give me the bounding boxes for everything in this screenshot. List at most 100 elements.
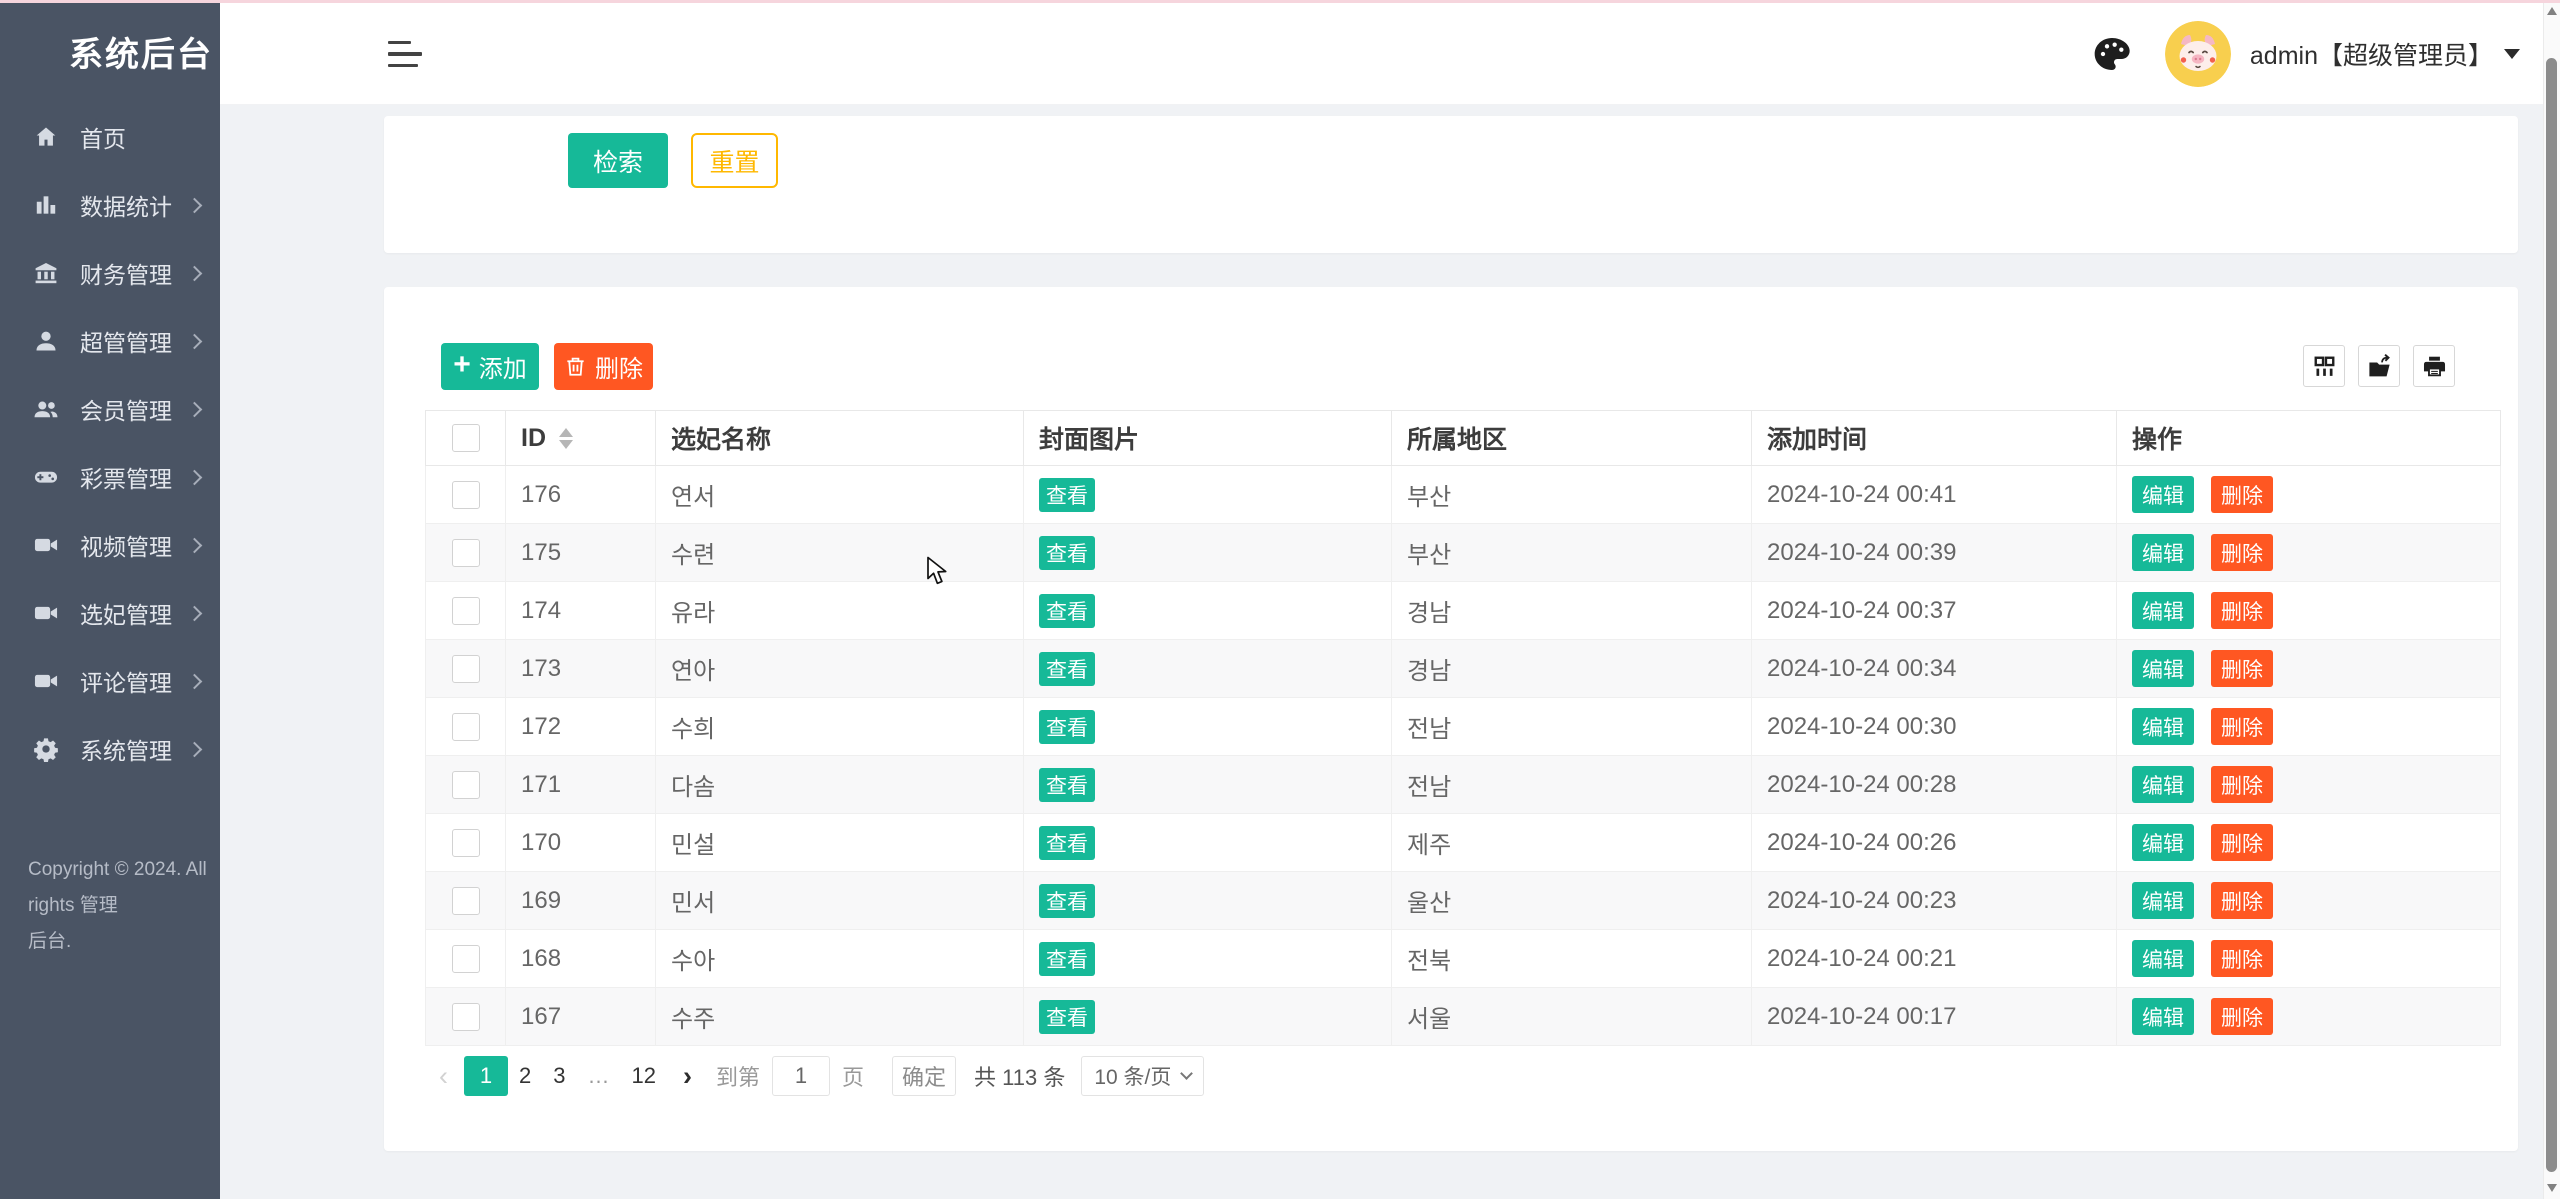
delete-button-label: 删除 bbox=[595, 349, 643, 384]
view-button[interactable]: 查看 bbox=[1039, 768, 1095, 802]
theme-palette-icon[interactable] bbox=[2092, 34, 2132, 74]
print-button[interactable] bbox=[2413, 345, 2455, 387]
view-button[interactable]: 查看 bbox=[1039, 536, 1095, 570]
row-checkbox[interactable] bbox=[452, 481, 480, 509]
goto-confirm-button[interactable]: 确定 bbox=[892, 1056, 956, 1096]
edit-button[interactable]: 编辑 bbox=[2132, 476, 2194, 513]
cell-region: 서울 bbox=[1392, 988, 1752, 1046]
cell-time: 2024-10-24 00:21 bbox=[1752, 930, 2117, 988]
edit-button[interactable]: 编辑 bbox=[2132, 766, 2194, 803]
edit-button[interactable]: 编辑 bbox=[2132, 824, 2194, 861]
data-table: ID 选妃名称 封面图片 所属地区 添加时间 操作 176연서查看부산2024-… bbox=[425, 410, 2501, 1046]
video-icon bbox=[33, 668, 59, 694]
row-checkbox[interactable] bbox=[452, 597, 480, 625]
goto-page-input[interactable] bbox=[772, 1056, 830, 1096]
cell-time: 2024-10-24 00:17 bbox=[1752, 988, 2117, 1046]
chevron-right-icon bbox=[187, 673, 203, 689]
row-checkbox[interactable] bbox=[452, 713, 480, 741]
select-all-checkbox[interactable] bbox=[452, 424, 480, 452]
cell-name: 수아 bbox=[656, 930, 1024, 988]
scrollbar-thumb[interactable] bbox=[2546, 58, 2557, 1172]
add-button[interactable]: + 添加 bbox=[441, 343, 539, 390]
delete-button[interactable]: 删除 bbox=[2211, 476, 2273, 513]
row-checkbox[interactable] bbox=[452, 1003, 480, 1031]
cell-name: 수주 bbox=[656, 988, 1024, 1046]
delete-button[interactable]: 删除 bbox=[2211, 998, 2273, 1035]
sidebar-fold-icon[interactable] bbox=[388, 33, 426, 75]
batch-delete-button[interactable]: 删除 bbox=[554, 343, 653, 390]
view-button[interactable]: 查看 bbox=[1039, 1000, 1095, 1034]
page-size-select[interactable]: 10 条/页 bbox=[1081, 1056, 1204, 1096]
view-button[interactable]: 查看 bbox=[1039, 826, 1095, 860]
filter-columns-button[interactable] bbox=[2303, 345, 2345, 387]
delete-button[interactable]: 删除 bbox=[2211, 766, 2273, 803]
sort-icon[interactable] bbox=[559, 428, 573, 449]
page-button-2[interactable]: 2 bbox=[508, 1056, 542, 1096]
delete-button[interactable]: 删除 bbox=[2211, 534, 2273, 571]
sidebar-item-finance[interactable]: 财务管理 bbox=[0, 239, 220, 307]
edit-button[interactable]: 编辑 bbox=[2132, 940, 2194, 977]
goto-suffix-label: 页 bbox=[842, 1060, 864, 1092]
delete-button[interactable]: 删除 bbox=[2211, 882, 2273, 919]
sidebar-item-home[interactable]: 首页 bbox=[0, 103, 220, 171]
trash-icon bbox=[564, 355, 587, 378]
row-checkbox[interactable] bbox=[452, 829, 480, 857]
sidebar-item-stats[interactable]: 数据统计 bbox=[0, 171, 220, 239]
edit-button[interactable]: 编辑 bbox=[2132, 882, 2194, 919]
view-button[interactable]: 查看 bbox=[1039, 884, 1095, 918]
view-button[interactable]: 查看 bbox=[1039, 710, 1095, 744]
user-icon bbox=[33, 328, 59, 354]
user-menu[interactable]: admin【超级管理员】 bbox=[2250, 36, 2493, 72]
view-button[interactable]: 查看 bbox=[1039, 652, 1095, 686]
cell-time: 2024-10-24 00:37 bbox=[1752, 582, 2117, 640]
row-checkbox[interactable] bbox=[452, 655, 480, 683]
sidebar-item-concubine[interactable]: 选妃管理 bbox=[0, 579, 220, 647]
sidebar-item-video[interactable]: 视频管理 bbox=[0, 511, 220, 579]
sidebar-item-system[interactable]: 系统管理 bbox=[0, 715, 220, 783]
view-button[interactable]: 查看 bbox=[1039, 478, 1095, 512]
search-button[interactable]: 检索 bbox=[568, 133, 668, 188]
edit-button[interactable]: 编辑 bbox=[2132, 534, 2194, 571]
cell-actions: 编辑删除 bbox=[2117, 640, 2501, 698]
delete-button[interactable]: 删除 bbox=[2211, 940, 2273, 977]
cell-actions: 编辑删除 bbox=[2117, 988, 2501, 1046]
sidebar-item-comments[interactable]: 评论管理 bbox=[0, 647, 220, 715]
sidebar-item-lottery[interactable]: 彩票管理 bbox=[0, 443, 220, 511]
edit-button[interactable]: 编辑 bbox=[2132, 650, 2194, 687]
page-button-1[interactable]: 1 bbox=[464, 1056, 508, 1096]
prev-page-button[interactable]: ‹ bbox=[439, 1061, 448, 1092]
reset-button[interactable]: 重置 bbox=[691, 133, 778, 188]
edit-button[interactable]: 编辑 bbox=[2132, 592, 2194, 629]
main-area: admin【超级管理员】 检索 重置 + 添加 删除 bbox=[220, 3, 2543, 1199]
delete-button[interactable]: 删除 bbox=[2211, 650, 2273, 687]
row-checkbox[interactable] bbox=[452, 771, 480, 799]
page-button-12[interactable]: 12 bbox=[621, 1056, 667, 1096]
row-checkbox[interactable] bbox=[452, 887, 480, 915]
view-button[interactable]: 查看 bbox=[1039, 942, 1095, 976]
scrollbar[interactable] bbox=[2543, 0, 2560, 1199]
sidebar-item-members[interactable]: 会员管理 bbox=[0, 375, 220, 443]
col-header-name: 选妃名称 bbox=[656, 411, 1024, 466]
cell-region: 전남 bbox=[1392, 698, 1752, 756]
table-row: 169민서查看울산2024-10-24 00:23编辑删除 bbox=[426, 872, 2501, 930]
delete-button[interactable]: 删除 bbox=[2211, 592, 2273, 629]
row-checkbox[interactable] bbox=[452, 945, 480, 973]
view-button[interactable]: 查看 bbox=[1039, 594, 1095, 628]
chevron-right-icon bbox=[187, 537, 203, 553]
scroll-down-arrow[interactable] bbox=[2547, 1184, 2557, 1192]
cell-checkbox bbox=[426, 466, 506, 524]
page-button-3[interactable]: 3 bbox=[542, 1056, 576, 1096]
scroll-up-arrow[interactable] bbox=[2547, 7, 2557, 15]
cell-actions: 编辑删除 bbox=[2117, 582, 2501, 640]
col-header-id[interactable]: ID bbox=[506, 411, 656, 466]
delete-button[interactable]: 删除 bbox=[2211, 824, 2273, 861]
edit-button[interactable]: 编辑 bbox=[2132, 998, 2194, 1035]
export-button[interactable] bbox=[2358, 345, 2400, 387]
cell-checkbox bbox=[426, 582, 506, 640]
sidebar-item-admins[interactable]: 超管管理 bbox=[0, 307, 220, 375]
next-page-button[interactable]: › bbox=[683, 1061, 692, 1092]
row-checkbox[interactable] bbox=[452, 539, 480, 567]
avatar[interactable] bbox=[2165, 21, 2231, 87]
edit-button[interactable]: 编辑 bbox=[2132, 708, 2194, 745]
delete-button[interactable]: 删除 bbox=[2211, 708, 2273, 745]
